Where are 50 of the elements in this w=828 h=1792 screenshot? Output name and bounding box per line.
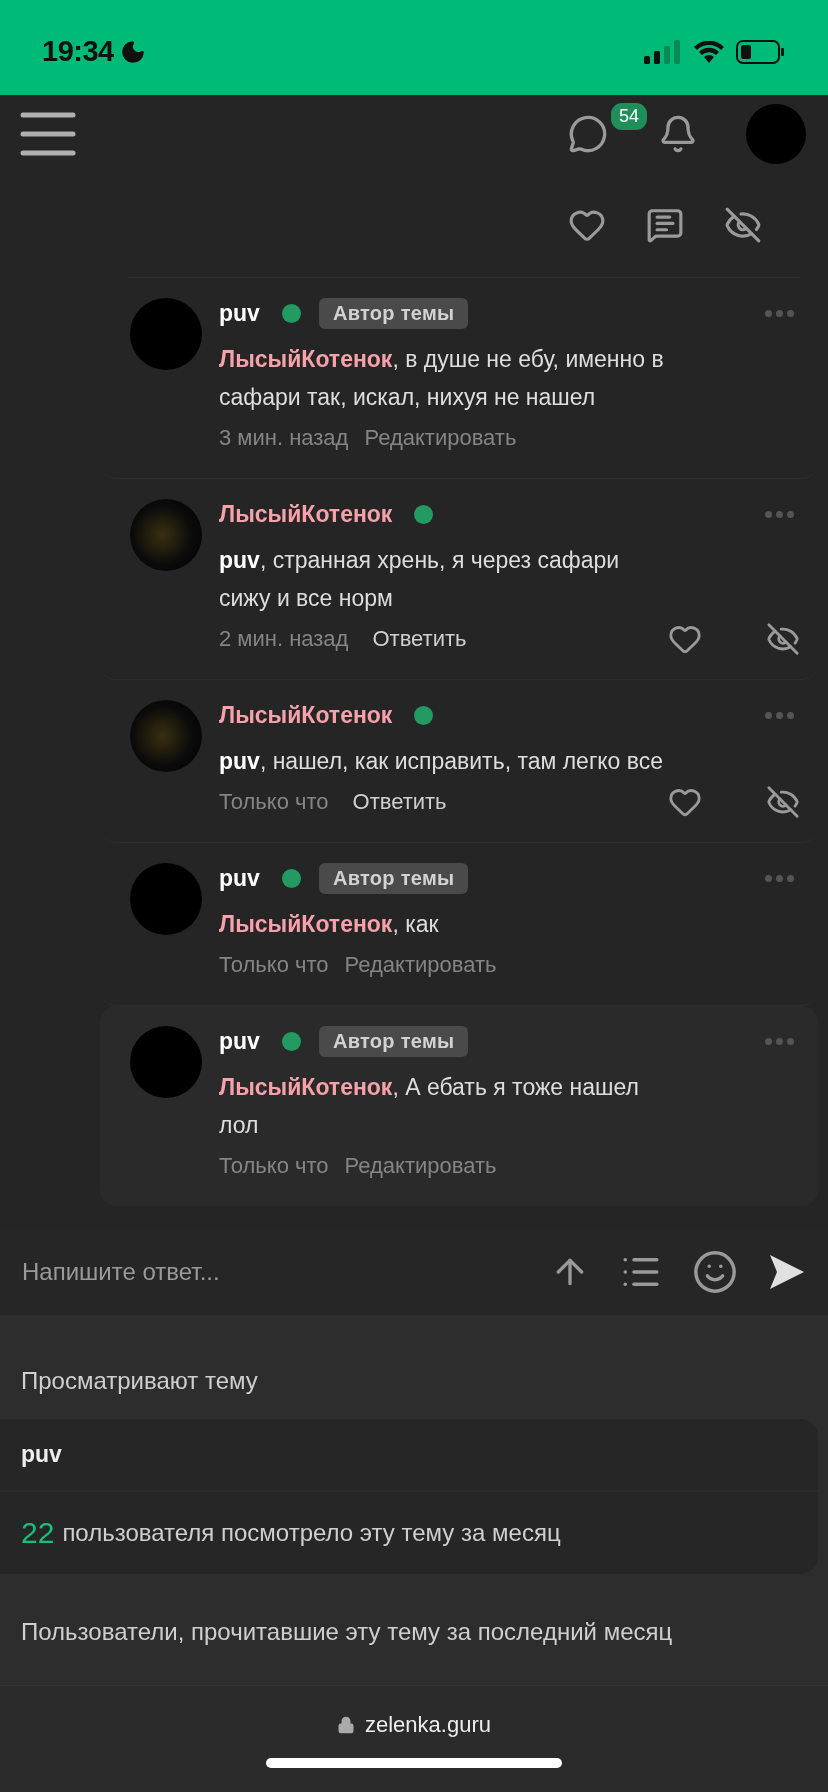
mention-link[interactable]: puv xyxy=(219,547,260,573)
mention-link[interactable]: puv xyxy=(219,748,260,774)
mention-link[interactable]: ЛысыйКотенок xyxy=(219,911,393,937)
reply-link[interactable]: Ответить xyxy=(352,789,447,815)
mention-link[interactable]: ЛысыйКотенок xyxy=(219,346,393,372)
reply-link[interactable]: Ответить xyxy=(372,626,467,652)
comment-time: Только что xyxy=(219,1153,329,1179)
viewers-count-text: пользователя посмотрело эту тему за месяц xyxy=(62,1519,561,1547)
author-name[interactable]: puv xyxy=(219,299,260,327)
comment-text: ЛысыйКотенок, в душе не ебу, именно в сафари так, искал, нихуя не нашел xyxy=(219,345,665,412)
author-name[interactable]: ЛысыйКотенок xyxy=(219,701,393,729)
author-name[interactable]: puv xyxy=(219,864,260,892)
comment-text: puv, странная хрень, я через сафари сижу и все норм xyxy=(219,546,621,613)
send-icon[interactable] xyxy=(768,1252,806,1291)
eye-off-icon[interactable] xyxy=(724,206,762,244)
author-badge: Автор темы xyxy=(318,297,469,329)
comment-time: Только что xyxy=(219,789,329,815)
viewers-title: Просматривают тему xyxy=(20,1367,259,1395)
wifi-icon xyxy=(694,40,724,63)
lock-icon xyxy=(337,1716,355,1734)
comment-icon[interactable] xyxy=(646,206,684,244)
eye-off-icon[interactable] xyxy=(766,622,800,656)
author-name[interactable]: ЛысыйКотенок xyxy=(219,500,393,528)
reply-input-field[interactable]: Напишите ответ... xyxy=(20,1256,520,1287)
viewer-name[interactable]: puv xyxy=(21,1441,62,1468)
edit-link[interactable]: Редактировать xyxy=(344,1153,497,1179)
notifications-button[interactable] xyxy=(658,114,698,154)
comment-time: 3 мин. назад xyxy=(219,425,349,451)
comment-text: puv, нашел, как исправить, там легко все xyxy=(219,747,665,776)
status-time: 19:34 xyxy=(42,35,114,68)
eye-off-icon[interactable] xyxy=(766,785,800,819)
moon-icon xyxy=(119,38,146,65)
comment-text: ЛысыйКотенок, как xyxy=(219,910,440,939)
signal-icon xyxy=(644,39,682,64)
author-badge: Автор темы xyxy=(318,1025,469,1057)
author-name[interactable]: puv xyxy=(219,1027,260,1055)
edit-link[interactable]: Редактировать xyxy=(364,425,517,451)
mention-link[interactable]: ЛысыйКотенок xyxy=(219,1074,393,1100)
menu-icon[interactable] xyxy=(20,112,76,156)
readers-title: Пользователи, прочитавшие эту тему за последний месяц xyxy=(20,1618,674,1646)
battery-icon xyxy=(736,39,784,64)
comment-time: 2 мин. назад xyxy=(219,626,349,652)
viewers-count: 22 xyxy=(21,1516,55,1550)
comment-time: Только что xyxy=(219,952,329,978)
messages-button[interactable] xyxy=(568,114,608,154)
author-badge: Автор темы xyxy=(318,862,469,894)
url-text[interactable]: zelenka.guru xyxy=(365,1712,491,1738)
smile-icon[interactable] xyxy=(692,1248,738,1295)
edit-link[interactable]: Редактировать xyxy=(344,952,497,978)
comment-text: ЛысыйКотенок, А ебать я тоже нашел лол xyxy=(219,1073,640,1140)
